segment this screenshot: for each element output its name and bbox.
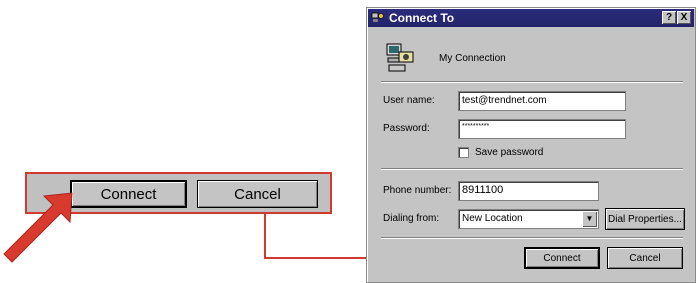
dial-properties-button[interactable]: Dial Properties...: [605, 208, 685, 230]
dialup-icon: [371, 12, 384, 22]
dialing-from-value: New Location: [462, 213, 523, 224]
phone-number-label: Phone number:: [383, 185, 452, 196]
divider: [381, 168, 683, 170]
dialing-from-select[interactable]: New Location ▼: [458, 209, 599, 229]
cancel-button[interactable]: Cancel: [607, 247, 683, 269]
help-button[interactable]: ?: [662, 11, 676, 24]
dialing-from-label: Dialing from:: [383, 213, 440, 224]
connection-icon: [386, 43, 414, 72]
connection-name: My Connection: [439, 53, 506, 64]
divider: [381, 81, 683, 83]
save-password-label: Save password: [475, 147, 544, 158]
save-password-checkbox[interactable]: [458, 147, 469, 158]
dialog-title: Connect To: [389, 11, 455, 25]
dropdown-arrow-icon[interactable]: ▼: [582, 211, 597, 227]
phone-number-field[interactable]: 8911100: [458, 181, 599, 201]
save-password-option[interactable]: Save password: [458, 147, 543, 158]
divider: [381, 237, 683, 239]
username-label: User name:: [383, 95, 435, 106]
close-button[interactable]: X: [677, 11, 691, 24]
username-field[interactable]: test@trendnet.com: [458, 91, 626, 111]
connect-to-dialog: Connect To ? X My Connection User name: …: [366, 7, 696, 283]
title-bar: Connect To ? X: [368, 9, 694, 27]
connect-button[interactable]: Connect: [524, 247, 600, 269]
password-field[interactable]: **********: [458, 119, 626, 139]
password-label: Password:: [383, 123, 430, 134]
